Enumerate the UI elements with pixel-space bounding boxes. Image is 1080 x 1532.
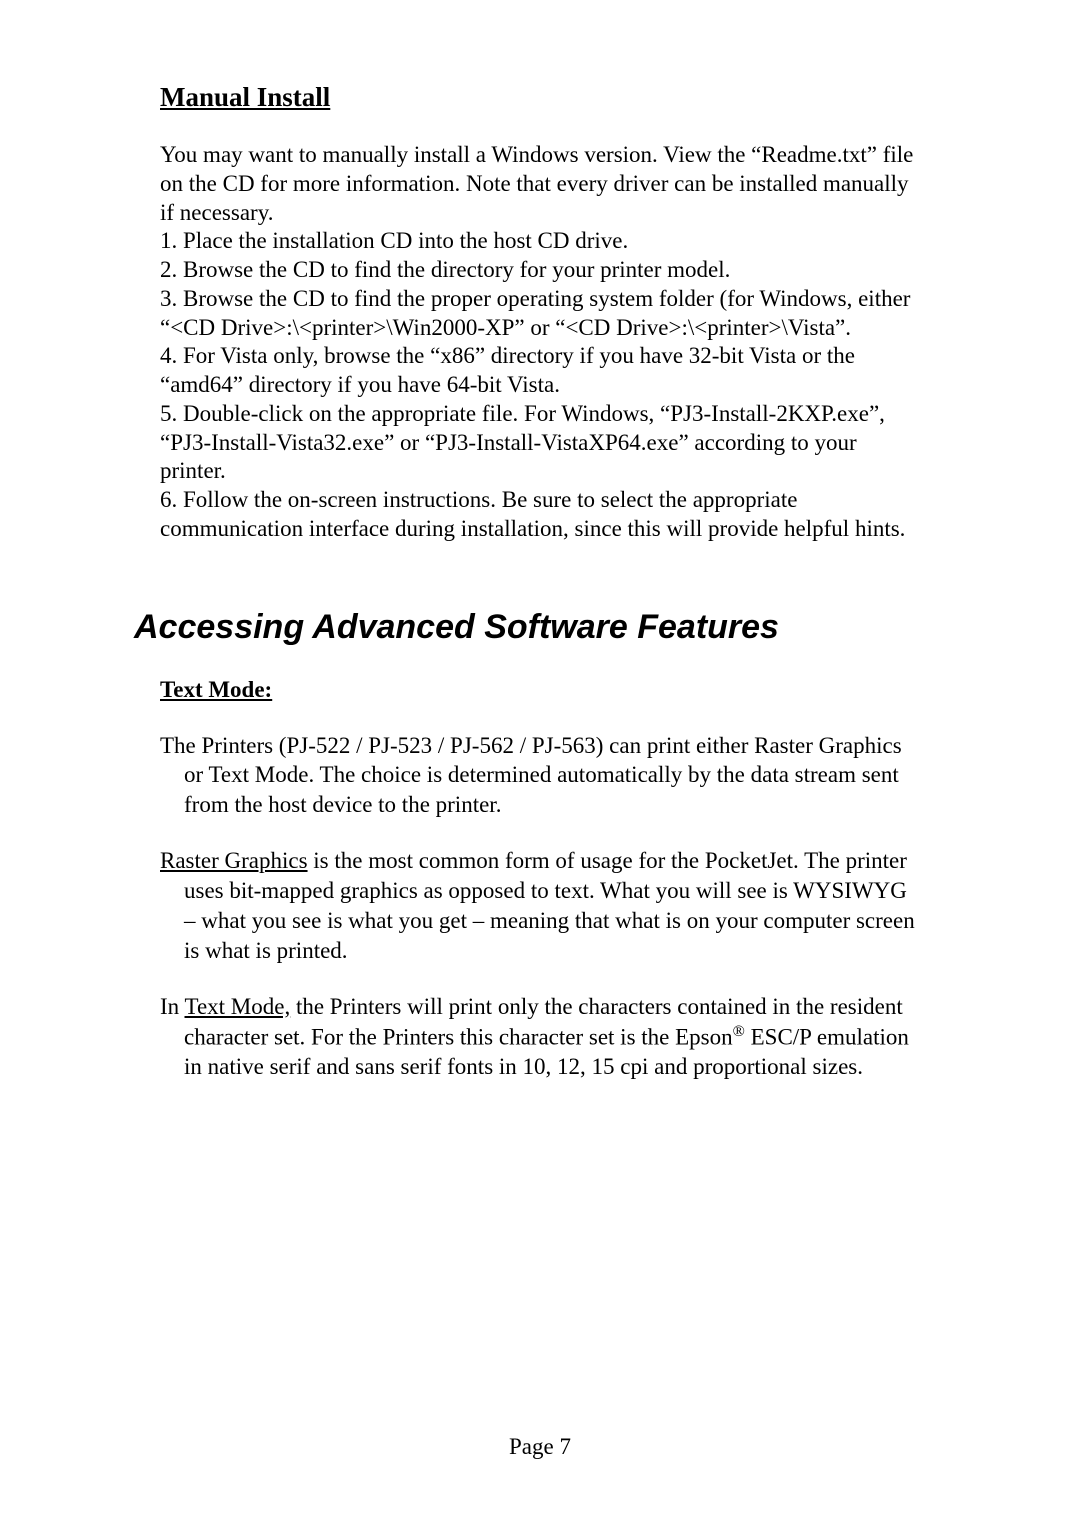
text-mode-term: Text Mode, (185, 994, 291, 1019)
step-4: 4. For Vista only, browse the “x86” dire… (160, 342, 920, 400)
page-number: Page 7 (0, 1434, 1080, 1460)
step-6: 6. Follow the on-screen instructions. Be… (160, 486, 920, 544)
features-intro-paragraph: The Printers (PJ-522 / PJ-523 / PJ-562 /… (160, 731, 920, 821)
features-heading: Accessing Advanced Software Features (134, 608, 920, 647)
registered-mark: ® (733, 1023, 745, 1040)
step-2: 2. Browse the CD to find the directory f… (160, 256, 920, 285)
text-mode-prefix: In (160, 994, 185, 1019)
manual-intro-paragraph: You may want to manually install a Windo… (160, 141, 920, 227)
step-3: 3. Browse the CD to find the proper oper… (160, 285, 920, 343)
raster-graphics-paragraph: Raster Graphics is the most common form … (160, 846, 920, 966)
document-page: Manual Install You may want to manually … (0, 0, 1080, 1532)
text-mode-heading: Text Mode: (160, 677, 920, 703)
step-1: 1. Place the installation CD into the ho… (160, 227, 920, 256)
text-mode-paragraph: In Text Mode, the Printers will print on… (160, 992, 920, 1082)
step-5: 5. Double-click on the appropriate file.… (160, 400, 920, 486)
raster-graphics-term: Raster Graphics (160, 848, 308, 873)
manual-install-heading: Manual Install (160, 82, 920, 113)
manual-steps: 1. Place the installation CD into the ho… (160, 227, 920, 543)
